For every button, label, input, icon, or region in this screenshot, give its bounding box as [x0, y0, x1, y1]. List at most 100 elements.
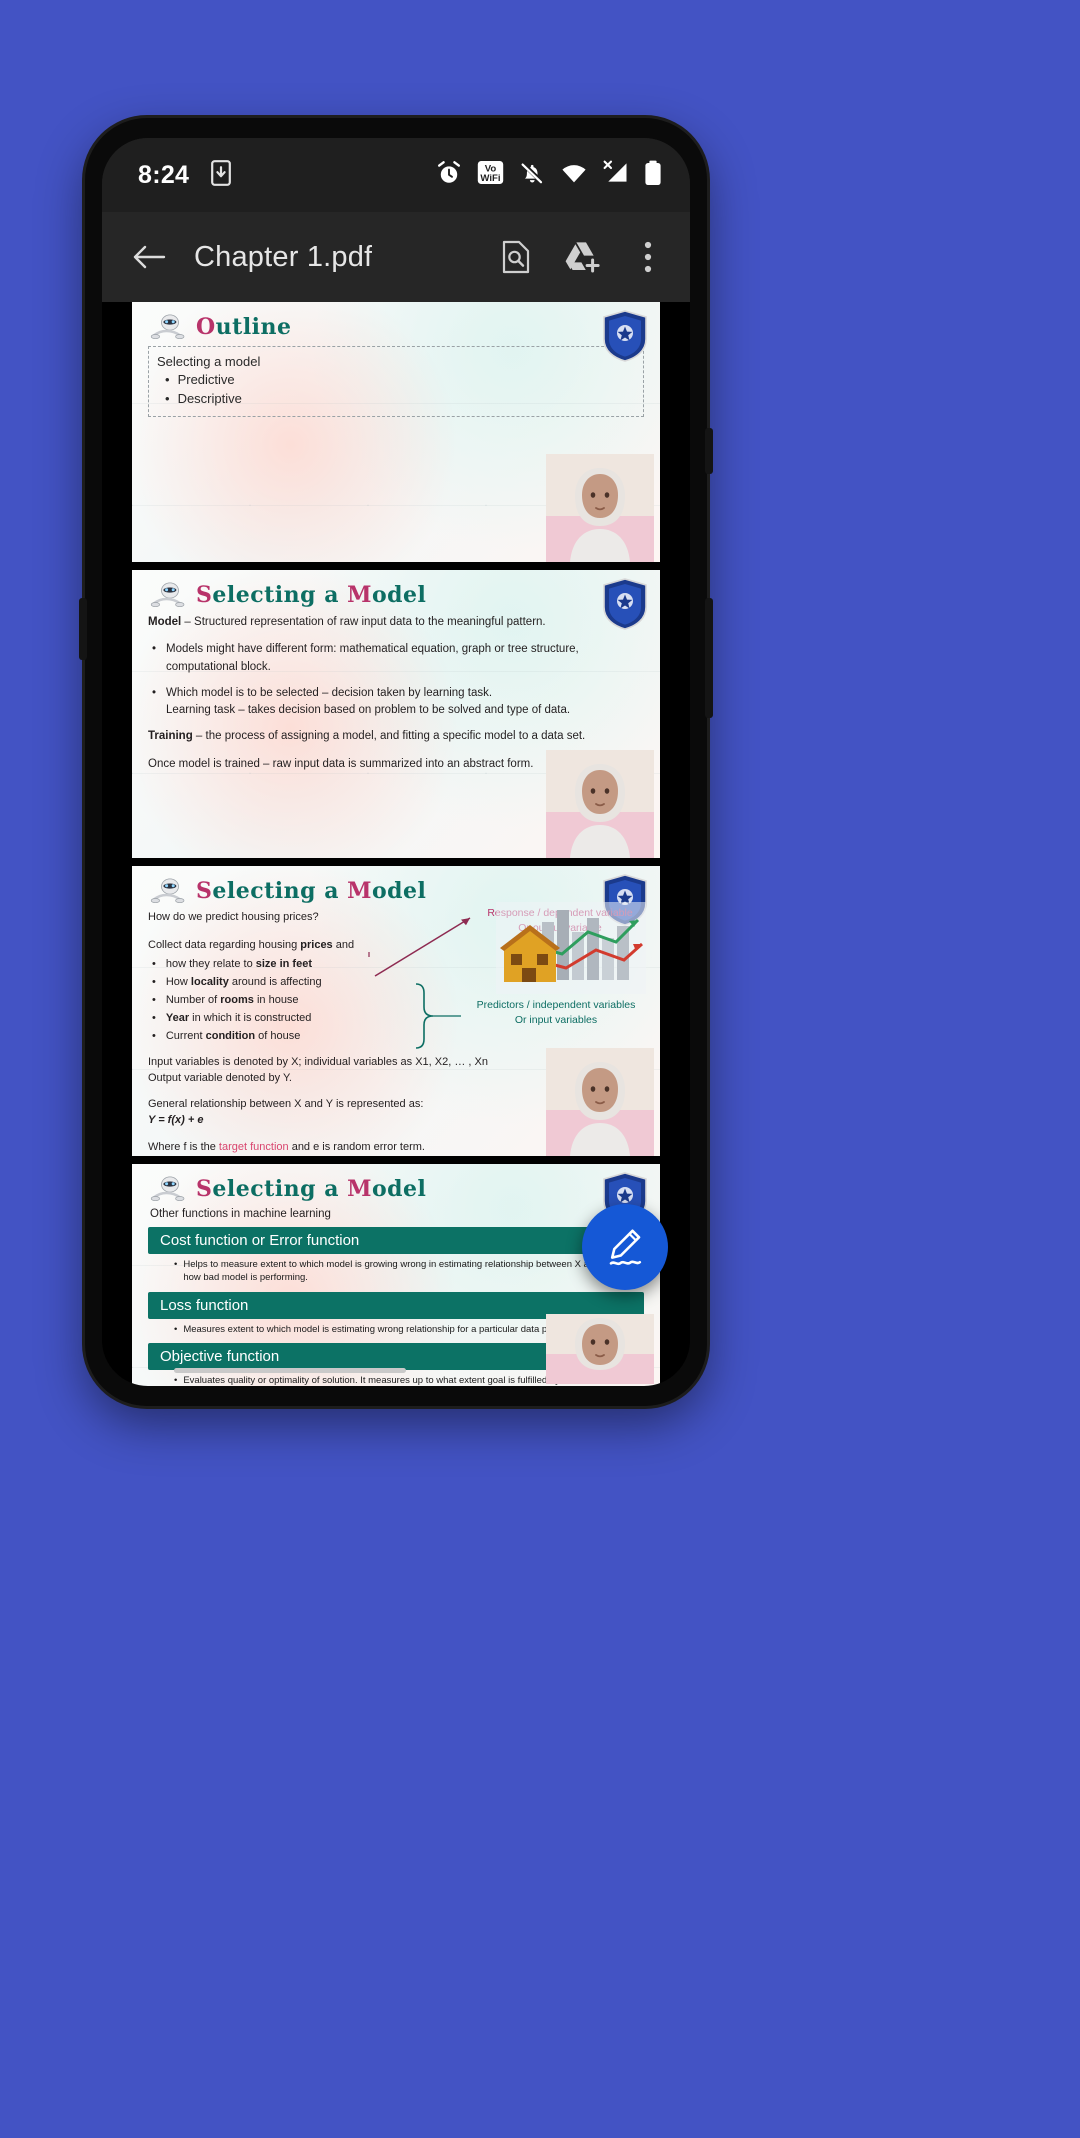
volume-up-button[interactable]	[705, 428, 713, 474]
cost-function-point: • Helps to measure extent to which model …	[148, 1258, 644, 1285]
save-to-drive-button[interactable]	[562, 237, 602, 277]
horizontal-scrollbar-thumb[interactable]	[174, 1368, 406, 1373]
outline-item-label: Predictive	[177, 372, 235, 388]
arrow-left-icon	[133, 245, 166, 269]
overflow-menu-icon	[644, 241, 652, 273]
loss-function-point-text: Measures extent to which model is estima…	[183, 1323, 566, 1335]
slide-selecting-model-1: Selecting a Model Model – Structured rep…	[132, 570, 660, 858]
housing-question: How do we predict housing prices?	[148, 911, 319, 923]
pdf-page[interactable]: Response / dependent variable Or output …	[102, 866, 690, 1156]
bullet-dot-icon: •	[152, 993, 156, 1006]
training-term: Training	[148, 730, 193, 743]
definition-term: Model	[148, 616, 182, 628]
notation-block: Input variables is denoted by X; individ…	[148, 1055, 608, 1156]
document-title: Chapter 1.pdf	[194, 240, 373, 273]
annotation-predictor-line-2: Or input variables	[514, 1013, 598, 1026]
slide-heading: Selecting a Model	[148, 582, 644, 608]
feature-post: of house	[255, 1029, 301, 1042]
definition-text: – Structured representation of raw input…	[181, 616, 546, 628]
slide-title-part-1: S	[196, 878, 213, 904]
relation-formula: Y = f(x) + e	[148, 1114, 204, 1127]
feature-post: in house	[253, 993, 299, 1006]
collect-lead-b: and	[332, 938, 355, 951]
pdf-page[interactable]: Outline Selecting a model • Predictive • D…	[102, 302, 690, 562]
notation-line-2: Output variable denoted by Y.	[148, 1071, 292, 1084]
bullet-dot-icon: •	[152, 957, 156, 970]
bullet-dot-icon: •	[152, 1011, 156, 1024]
feature-bold: Year	[165, 1011, 190, 1024]
notation-line-1: Input variables is denoted by X; individ…	[148, 1055, 488, 1068]
phone-screen: 8:24 Vo WiFi Chapter 1.pdf Outline Selec…	[102, 138, 690, 1386]
bullet-dot-icon: •	[174, 1374, 178, 1386]
other-functions-intro: Other functions in machine learning	[150, 1208, 331, 1220]
slide-title: Selecting a Model	[196, 878, 426, 904]
horizontal-scrollbar[interactable]	[102, 1366, 690, 1374]
slide-heading: Outline	[148, 314, 644, 340]
feature-bullet: • Number of rooms in house	[148, 993, 478, 1009]
slide-selecting-model-2: Response / dependent variable Or output …	[132, 866, 660, 1156]
bullet-dot-icon: •	[152, 975, 156, 988]
cost-function-heading: Cost function or Error function	[148, 1227, 644, 1254]
overflow-menu-button[interactable]	[628, 237, 668, 277]
robot-mascot-icon	[150, 1176, 185, 1202]
feature-bullet: • Year in which it is constructed	[148, 1011, 478, 1027]
pdf-page[interactable]: Selecting a Model Model – Structured rep…	[102, 570, 690, 858]
body-bullet-text: Which model is to be selected – decision…	[166, 686, 571, 716]
feature-pre: How	[165, 975, 191, 988]
cost-function-point-text: Helps to measure extent to which model i…	[183, 1259, 638, 1284]
edit-signature-icon	[609, 1229, 642, 1266]
training-paragraph: Training – the process of assigning a mo…	[148, 728, 644, 745]
pdf-page-scroll-container[interactable]: Outline Selecting a model • Predictive • D…	[102, 302, 690, 1386]
slide-title-part-2: electing a	[212, 878, 348, 904]
bullet-dot-icon: •	[174, 1323, 178, 1335]
find-in-document-button[interactable]	[496, 237, 536, 277]
slide-title-part-1: O	[196, 314, 216, 340]
app-toolbar: Chapter 1.pdf	[102, 212, 690, 302]
house-price-chart-illustration	[496, 902, 646, 994]
outline-list-item: • Descriptive	[157, 390, 635, 408]
target-function-highlight: target function	[218, 1141, 289, 1154]
relation-line-1: General relationship between X and Y is …	[148, 1098, 424, 1111]
robot-mascot-icon	[150, 314, 185, 340]
feature-pre: Current	[165, 1029, 206, 1042]
slide-title-part-2: electing a	[212, 582, 348, 608]
fill-and-sign-fab[interactable]	[582, 1204, 668, 1290]
find-in-document-icon	[502, 240, 530, 274]
save-to-drive-icon	[565, 242, 600, 273]
phone-device-frame: 8:24 Vo WiFi Chapter 1.pdf Outline Selec…	[79, 118, 713, 1406]
volume-down-button[interactable]	[705, 598, 713, 718]
slide-title-part-4: odel	[371, 582, 427, 608]
battery-icon	[644, 160, 662, 191]
power-button[interactable]	[79, 598, 87, 660]
slide-selecting-model-3: Selecting a Model Other functions in mac…	[132, 1164, 660, 1386]
feature-bold: rooms	[220, 993, 254, 1006]
collect-lead-a: Collect data regarding housing	[148, 938, 301, 951]
mobile-signal-off-icon	[603, 160, 629, 190]
status-bar-right-icons: Vo WiFi	[436, 160, 662, 191]
target-function-line: Where f is the target function and e is …	[148, 1140, 608, 1156]
app-toolbar-actions	[496, 237, 668, 277]
body-bullet: • Which model is to be selected – decisio…	[148, 685, 644, 720]
body-bullet: • Models might have different form: mathe…	[148, 641, 644, 676]
annotation-predictor-line-1: Predictors / independent variables	[476, 999, 636, 1011]
status-bar-left-icons	[211, 159, 232, 191]
back-button[interactable]	[126, 234, 172, 280]
robot-mascot-icon	[150, 878, 185, 904]
body-bullet-text: Models might have different form: mathem…	[166, 643, 579, 673]
feature-pre: how they relate to	[165, 957, 256, 970]
slide-body: Model – Structured representation of raw…	[148, 614, 644, 773]
feature-bold: size in feet	[255, 957, 312, 970]
slide-title: Selecting a Model	[196, 582, 426, 608]
presenter-video-overlay	[546, 750, 654, 858]
feature-bullet: • How locality around is affecting	[148, 975, 478, 991]
bullet-dot-icon: •	[165, 372, 170, 388]
slide-title-part-1: S	[196, 582, 213, 608]
bullet-dot-icon: •	[152, 643, 157, 656]
notifications-muted-icon	[519, 160, 545, 191]
slide-title-part-2: electing a	[212, 1176, 348, 1202]
where-post: and e is random error term.	[288, 1141, 425, 1154]
feature-post: in which it is constructed	[189, 1011, 312, 1024]
feature-bullet: • how they relate to size in feet	[148, 957, 478, 973]
where-pre: Where f is the	[148, 1141, 219, 1154]
slide-body: How do we predict housing prices? Collec…	[148, 910, 478, 1045]
